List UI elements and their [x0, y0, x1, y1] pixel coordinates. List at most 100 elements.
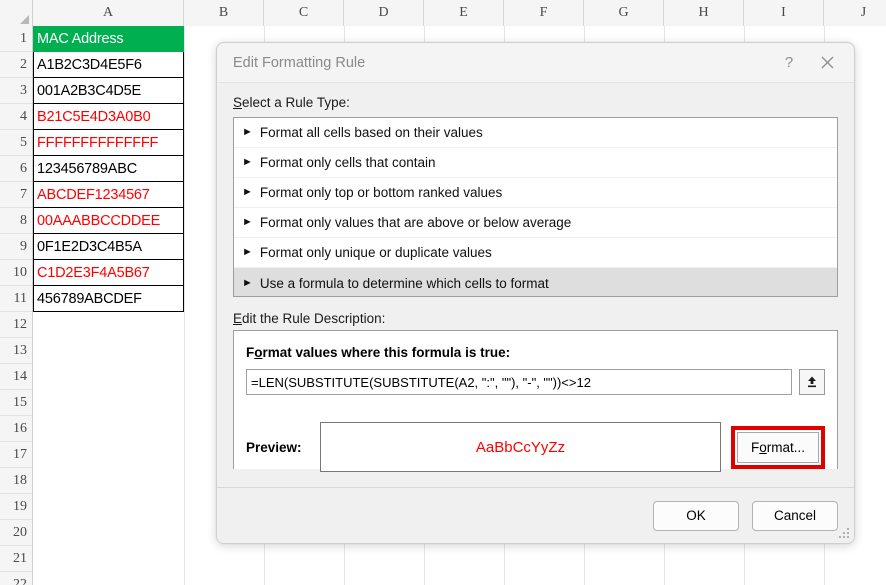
cell-a11[interactable]: 456789ABCDEF — [33, 286, 184, 312]
help-icon[interactable]: ? — [770, 48, 808, 78]
grip-dot — [847, 528, 849, 530]
column-header-g[interactable]: G — [584, 0, 664, 26]
cell-a2[interactable]: A1B2C3D4E5F6 — [33, 52, 184, 78]
grip-dot — [843, 532, 845, 534]
rule-type-label-text: Format only unique or duplicate values — [259, 245, 492, 260]
dialog-footer: OK Cancel — [217, 487, 854, 543]
select-all-triangle-icon — [20, 15, 29, 24]
rule-bullet-icon: ► — [242, 156, 253, 168]
row-header-10[interactable]: 10 — [0, 260, 32, 286]
cell-a1[interactable]: MAC Address — [33, 26, 184, 52]
rule-bullet-icon: ► — [242, 216, 253, 228]
row-header-1[interactable]: 1 — [0, 26, 32, 52]
rule-type-label: Select a Rule Type: — [233, 95, 838, 110]
rule-type-listbox[interactable]: ► Format all cells based on their values ►… — [233, 117, 838, 297]
row-header-11[interactable]: 11 — [0, 286, 32, 312]
column-header-b[interactable]: B — [184, 0, 264, 26]
format-button-highlight: Fo rmat... — [731, 425, 825, 469]
rule-type-label-text: Format only top or bottom ranked values — [259, 185, 503, 200]
column-header-row: A B C D E F G H I J — [0, 0, 886, 26]
formula-field-label-accel: o — [254, 345, 263, 360]
row-header-3[interactable]: 3 — [0, 78, 32, 104]
rule-type-label-rest: elect a Rule Type: — [242, 95, 350, 110]
row-header-21[interactable]: 21 — [0, 546, 32, 572]
rule-bullet-icon: ► — [242, 126, 253, 138]
select-all-corner[interactable] — [0, 0, 33, 26]
rule-type-item-0[interactable]: ► Format all cells based on their values — [234, 118, 837, 148]
close-icon[interactable] — [808, 48, 846, 78]
rule-description-label: Edit the Rule Description: — [233, 311, 838, 326]
collapse-dialog-icon[interactable] — [799, 369, 825, 395]
row-header-17[interactable]: 17 — [0, 442, 32, 468]
column-header-j[interactable]: J — [824, 0, 886, 26]
row-header-12[interactable]: 12 — [0, 312, 32, 338]
row-header-9[interactable]: 9 — [0, 234, 32, 260]
preview-box: AaBbCcYyZz — [320, 422, 721, 472]
column-header-c[interactable]: C — [264, 0, 344, 26]
cell-a9[interactable]: 0F1E2D3C4B5A — [33, 234, 184, 260]
row-header-18[interactable]: 18 — [0, 468, 32, 494]
rule-type-label-accel: S — [233, 95, 243, 110]
row-header-22[interactable]: 22 — [0, 572, 32, 585]
edit-formatting-rule-dialog: Edit Formatting Rule ? Select a Rule Typ… — [216, 42, 855, 544]
rule-type-item-3[interactable]: ► Format only values that are above or be… — [234, 208, 837, 238]
format-button-accel: o — [759, 439, 767, 455]
row-header-column: 1234567891011121314151617181920212223 — [0, 26, 33, 585]
rule-description-panel: Format values where this formula is true… — [233, 330, 838, 472]
cell-a7[interactable]: ABCDEF1234567 — [33, 182, 184, 208]
cell-a8[interactable]: 00AAABBCCDDEE — [33, 208, 184, 234]
cell-a6[interactable]: 123456789ABC — [33, 156, 184, 182]
dialog-title: Edit Formatting Rule — [233, 54, 366, 71]
column-header-a[interactable]: A — [33, 0, 184, 26]
grip-dot — [839, 536, 841, 538]
row-header-4[interactable]: 4 — [0, 104, 32, 130]
formula-field-label: Format values where this formula is true… — [246, 345, 825, 360]
column-header-d[interactable]: D — [344, 0, 424, 26]
rule-type-label-text: Use a formula to determine which cells t… — [259, 275, 549, 291]
row-header-8[interactable]: 8 — [0, 208, 32, 234]
cell-a5[interactable]: FFFFFFFFFFFFFF — [33, 130, 184, 156]
format-button[interactable]: Fo rmat... — [737, 431, 819, 463]
rule-type-item-2[interactable]: ► Format only top or bottom ranked values — [234, 178, 837, 208]
column-header-h[interactable]: H — [664, 0, 744, 26]
format-button-rest: rmat... — [766, 439, 806, 455]
formula-row: =LEN(SUBSTITUTE(SUBSTITUTE(A2, ":", ""),… — [246, 369, 825, 395]
row-header-20[interactable]: 20 — [0, 520, 32, 546]
row-header-5[interactable]: 5 — [0, 130, 32, 156]
rule-bullet-icon: ► — [242, 186, 253, 198]
row-header-2[interactable]: 2 — [0, 52, 32, 78]
cancel-button[interactable]: Cancel — [752, 500, 838, 531]
column-header-i[interactable]: I — [744, 0, 824, 26]
rule-type-item-5[interactable]: ► Use a formula to determine which cells … — [234, 268, 837, 296]
cell-a3[interactable]: 001A2B3C4D5E — [33, 78, 184, 104]
row-header-16[interactable]: 16 — [0, 416, 32, 442]
row-header-6[interactable]: 6 — [0, 156, 32, 182]
row-header-19[interactable]: 19 — [0, 494, 32, 520]
rule-bullet-icon: ► — [242, 246, 253, 258]
cell-a10[interactable]: C1D2E3F4A5B67 — [33, 260, 184, 286]
row-header-15[interactable]: 15 — [0, 390, 32, 416]
formula-field-label-rest: rmat values where this formula is true: — [262, 345, 511, 360]
preview-row: Preview: AaBbCcYyZz Fo rmat... — [246, 422, 825, 472]
rule-type-item-4[interactable]: ► Format only unique or duplicate values — [234, 238, 837, 268]
grid-line — [184, 26, 185, 585]
ok-button[interactable]: OK — [653, 500, 739, 531]
cell-a4[interactable]: B21C5E4D3A0B0 — [33, 104, 184, 130]
row-header-7[interactable]: 7 — [0, 182, 32, 208]
column-header-f[interactable]: F — [504, 0, 584, 26]
grip-dot — [847, 532, 849, 534]
dialog-body: Select a Rule Type: ► Format all cells ba… — [217, 83, 854, 487]
grip-dot — [847, 536, 849, 538]
row-header-13[interactable]: 13 — [0, 338, 32, 364]
preview-label: Preview: — [246, 439, 302, 455]
excel-conditional-formatting-screen: A B C D E F G H I J 1 2 3 4 5 6 7 8 9 10 11 12 13 14 1… — [0, 0, 886, 585]
rule-type-item-1[interactable]: ► Format only cells that contain — [234, 148, 837, 178]
formula-input[interactable]: =LEN(SUBSTITUTE(SUBSTITUTE(A2, ":", ""),… — [246, 369, 792, 395]
rule-description-label-rest: dit the Rule Description: — [242, 311, 386, 326]
column-header-e[interactable]: E — [424, 0, 504, 26]
resize-grip[interactable] — [839, 528, 851, 540]
grip-dot — [843, 536, 845, 538]
row-header-14[interactable]: 14 — [0, 364, 32, 390]
rule-type-label-text: Format only cells that contain — [259, 155, 436, 170]
rule-type-label-text: Format all cells based on their values — [259, 125, 483, 140]
